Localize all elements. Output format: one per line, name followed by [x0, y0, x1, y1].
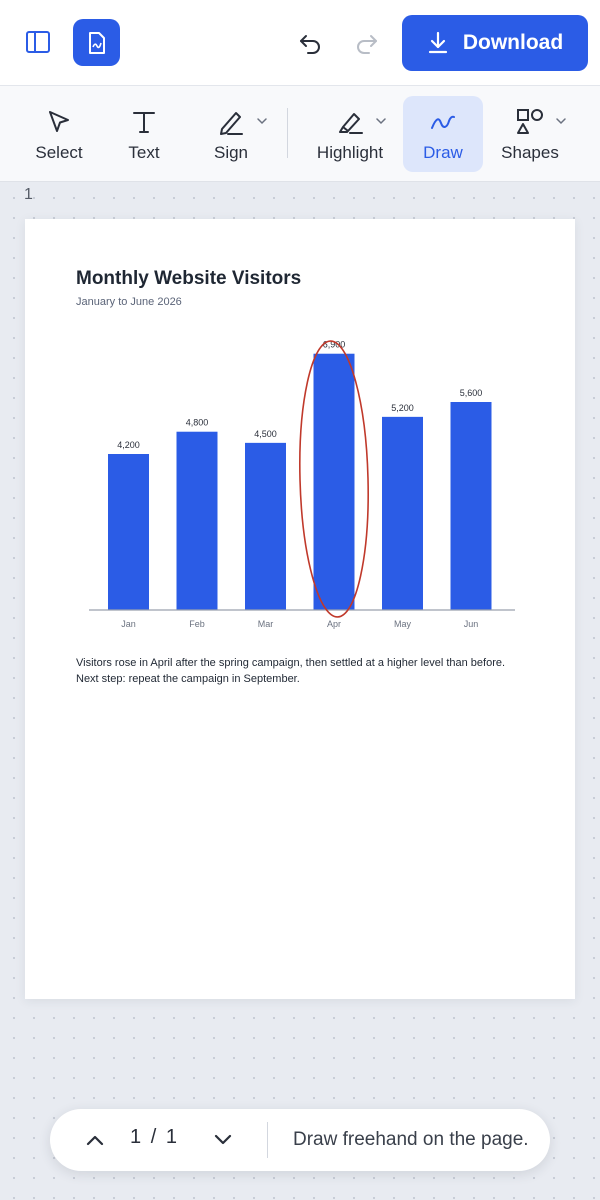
document-button[interactable] — [73, 19, 120, 66]
chart-value-label: 5,600 — [460, 388, 483, 398]
document-page[interactable]: Monthly Website Visitors January to June… — [25, 219, 575, 999]
chevron-down-icon — [257, 118, 267, 125]
page-indicator: 1 / 1 — [130, 1126, 179, 1149]
page-number-label: 1 — [24, 186, 33, 203]
chart-category-label: Apr — [327, 619, 341, 629]
tool-highlight[interactable]: Highlight — [306, 96, 394, 172]
chevron-down-icon — [376, 118, 386, 125]
tool-select-label: Select — [35, 143, 83, 162]
chevron-down-icon — [214, 1134, 232, 1145]
download-button[interactable]: Download — [402, 15, 588, 71]
shapes-icon — [517, 109, 543, 134]
total-pages: 1 — [165, 1126, 179, 1148]
chart-bar — [108, 454, 149, 610]
sidebar-toggle-button[interactable] — [16, 20, 60, 64]
download-icon — [428, 31, 447, 54]
tool-sign-label: Sign — [213, 143, 249, 162]
chart-bar — [245, 442, 286, 610]
chart-value-label: 4,200 — [117, 440, 140, 450]
tool-text[interactable]: Text — [106, 96, 182, 172]
tool-highlight-label: Highlight — [316, 143, 384, 162]
chevron-down-icon — [556, 118, 566, 125]
tool-hint: Draw freehand on the page. — [293, 1129, 529, 1150]
chart-value-label: 5,200 — [391, 403, 414, 413]
chart-bar — [176, 431, 218, 610]
previous-page-button[interactable] — [79, 1124, 111, 1156]
tool-text-label: Text — [128, 143, 160, 162]
top-bar: Download — [0, 0, 600, 86]
chart-bar — [313, 353, 355, 610]
tool-draw-label: Draw — [423, 143, 463, 162]
toolbar-divider — [287, 108, 288, 158]
page-separator: / — [150, 1126, 159, 1148]
chart-value-label: 4,800 — [186, 418, 209, 428]
chart-bar — [382, 416, 423, 610]
chevron-up-icon — [86, 1135, 104, 1146]
chart-category-label: Mar — [258, 619, 274, 629]
current-page: 1 — [130, 1126, 144, 1148]
cursor-arrow-icon — [49, 111, 69, 132]
pen-icon — [220, 112, 243, 135]
text-icon — [133, 112, 155, 133]
chart-category-label: Jan — [121, 619, 136, 629]
bar-chart: 4,200Jan4,800Feb4,500Mar6,900Apr5,200May… — [89, 340, 515, 629]
document-note: Visitors rose in April after the spring … — [76, 657, 506, 685]
redo-icon — [357, 35, 377, 54]
tool-sign[interactable]: Sign — [192, 96, 270, 172]
undo-button[interactable] — [290, 22, 332, 64]
chart-category-label: Feb — [189, 619, 205, 629]
download-label: Download — [462, 31, 564, 54]
highlighter-icon — [339, 113, 363, 134]
chart-value-label: 4,500 — [254, 429, 277, 439]
tool-bar: Select Text Sign Highlight Draw Shapes — [0, 86, 600, 182]
document-icon — [88, 31, 105, 54]
redo-button[interactable] — [345, 22, 387, 64]
chart-category-label: Jun — [464, 619, 479, 629]
next-page-button[interactable] — [207, 1124, 239, 1156]
undo-icon — [300, 35, 320, 54]
tool-shapes[interactable]: Shapes — [495, 96, 566, 172]
tool-shapes-label: Shapes — [501, 143, 559, 162]
page-navigation: 1 / 1 Draw freehand on the page. — [50, 1109, 550, 1171]
sidebar-icon — [26, 31, 50, 53]
tool-draw[interactable]: Draw — [403, 96, 483, 172]
freehand-icon — [431, 115, 455, 129]
nav-divider — [267, 1122, 268, 1158]
chart-bar — [450, 402, 492, 610]
chart-category-label: May — [394, 619, 412, 629]
tool-select[interactable]: Select — [18, 96, 100, 172]
